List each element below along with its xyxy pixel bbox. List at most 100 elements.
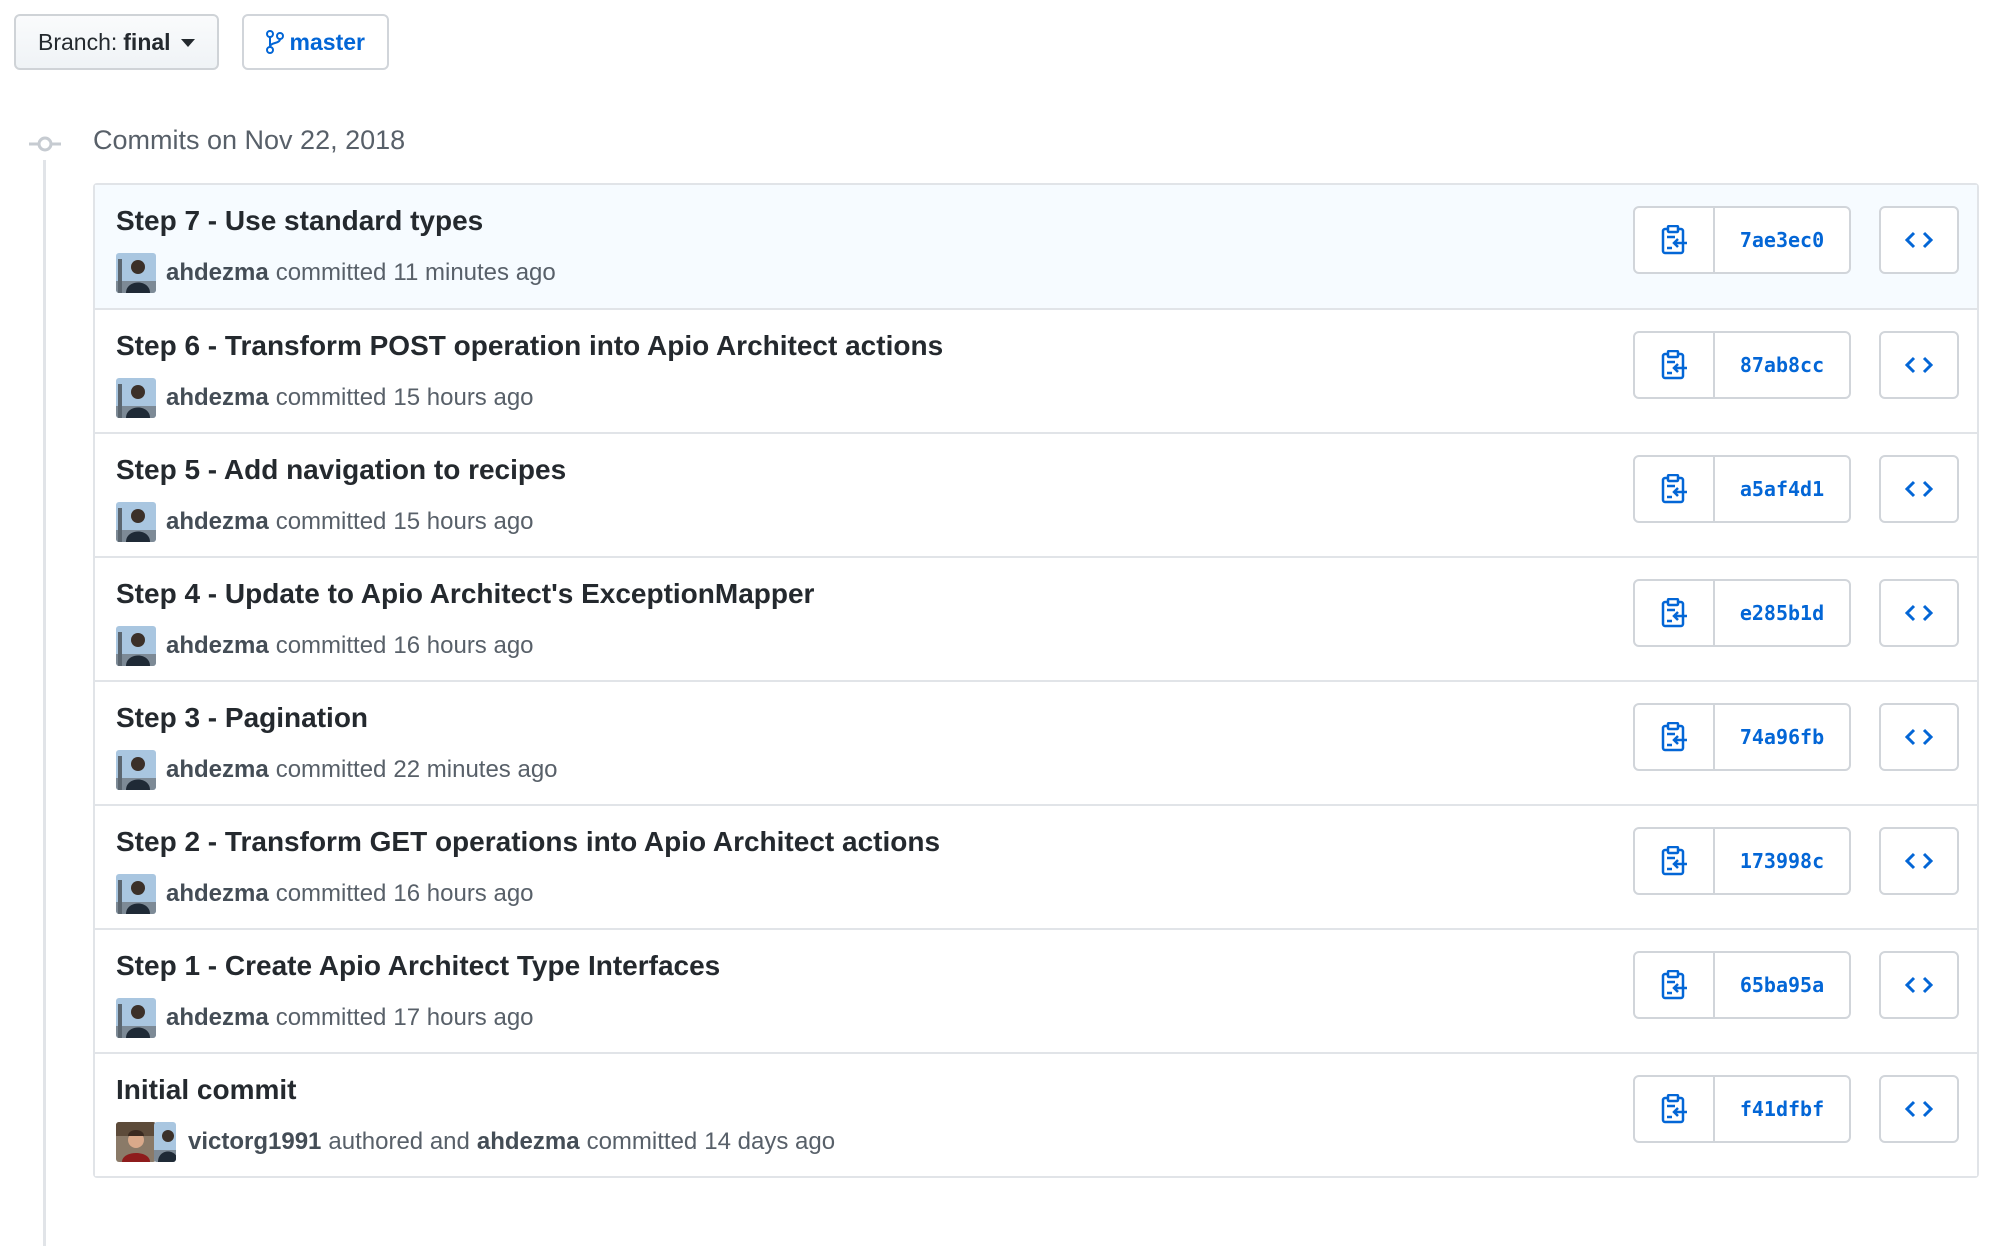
browse-repo-button[interactable]: [1879, 827, 1959, 895]
commit-verb: committed: [275, 508, 387, 535]
branch-select-button[interactable]: Branch: final: [14, 14, 219, 70]
commit-verb: committed: [275, 632, 387, 659]
commit-time: 16 hours ago: [393, 632, 534, 659]
commit-sha-link[interactable]: 7ae3ec0: [1715, 208, 1849, 272]
avatar[interactable]: [154, 1122, 176, 1162]
code-icon: [1905, 728, 1933, 746]
commit-title-link[interactable]: Step 3 - Pagination: [116, 702, 368, 734]
commit-sha-link[interactable]: f41dfbf: [1715, 1077, 1849, 1141]
commit-title-link[interactable]: Step 7 - Use standard types: [116, 205, 483, 237]
commit-title-link[interactable]: Initial commit: [116, 1074, 296, 1106]
clipboard-icon: [1661, 225, 1687, 255]
sha-button-group: e285b1d: [1633, 579, 1851, 647]
copy-sha-button[interactable]: [1635, 333, 1715, 397]
commit-meta: ahdezma committed 22 minutes ago: [116, 750, 558, 790]
browse-repo-button[interactable]: [1879, 331, 1959, 399]
commit-sha-link[interactable]: 173998c: [1715, 829, 1849, 893]
commit-author-link[interactable]: ahdezma: [166, 384, 269, 412]
avatar[interactable]: [116, 626, 156, 666]
avatar-stack: [116, 1122, 176, 1162]
commit-row: Step 3 - Pagination ahdezma committed 22…: [95, 680, 1977, 804]
commit-author-link[interactable]: ahdezma: [166, 756, 269, 784]
clipboard-icon: [1661, 598, 1687, 628]
git-commit-icon: [29, 128, 61, 160]
copy-sha-button[interactable]: [1635, 581, 1715, 645]
avatar[interactable]: [116, 502, 156, 542]
avatar[interactable]: [116, 1122, 156, 1162]
sha-button-group: 74a96fb: [1633, 703, 1851, 771]
avatar[interactable]: [116, 874, 156, 914]
sha-button-group: 7ae3ec0: [1633, 206, 1851, 274]
commit-verb: committed: [275, 1004, 387, 1031]
commit-row: Step 7 - Use standard types ahdezma comm…: [95, 185, 1977, 308]
commit-row: Step 5 - Add navigation to recipes ahdez…: [95, 432, 1977, 556]
copy-sha-button[interactable]: [1635, 1077, 1715, 1141]
browse-repo-button[interactable]: [1879, 951, 1959, 1019]
commit-time: 22 minutes ago: [393, 756, 558, 783]
commit-title-link[interactable]: Step 5 - Add navigation to recipes: [116, 454, 566, 486]
commit-meta: ahdezma committed 17 hours ago: [116, 998, 534, 1038]
clipboard-icon: [1661, 350, 1687, 380]
clipboard-icon: [1661, 846, 1687, 876]
commit-time: 15 hours ago: [393, 508, 534, 535]
commit-row: Initial commit victorg1991 authored and …: [95, 1052, 1977, 1176]
commit-committer-link[interactable]: ahdezma: [477, 1128, 580, 1156]
commit-meta: ahdezma committed 16 hours ago: [116, 874, 534, 914]
sha-button-group: f41dfbf: [1633, 1075, 1851, 1143]
commit-sha-link[interactable]: 87ab8cc: [1715, 333, 1849, 397]
code-icon: [1905, 852, 1933, 870]
browse-repo-button[interactable]: [1879, 455, 1959, 523]
browse-repo-button[interactable]: [1879, 1075, 1959, 1143]
copy-sha-button[interactable]: [1635, 457, 1715, 521]
compare-branch-button[interactable]: master: [241, 14, 389, 70]
copy-sha-button[interactable]: [1635, 829, 1715, 893]
code-icon: [1905, 356, 1933, 374]
commit-title-link[interactable]: Step 6 - Transform POST operation into A…: [116, 330, 943, 362]
copy-sha-button[interactable]: [1635, 953, 1715, 1017]
commit-title-link[interactable]: Step 1 - Create Apio Architect Type Inte…: [116, 950, 720, 982]
commit-meta: ahdezma committed 16 hours ago: [116, 626, 534, 666]
browse-repo-button[interactable]: [1879, 579, 1959, 647]
code-icon: [1905, 231, 1933, 249]
code-icon: [1905, 480, 1933, 498]
avatar[interactable]: [116, 378, 156, 418]
commit-sha-link[interactable]: a5af4d1: [1715, 457, 1849, 521]
commit-verb: committed: [586, 1128, 698, 1155]
compare-branch-label: master: [289, 28, 365, 55]
clipboard-icon: [1661, 474, 1687, 504]
commit-author-link[interactable]: ahdezma: [166, 880, 269, 908]
avatar[interactable]: [116, 253, 156, 293]
commit-time: 17 hours ago: [393, 1004, 534, 1031]
commit-author-link[interactable]: ahdezma: [166, 508, 269, 536]
commit-title-link[interactable]: Step 2 - Transform GET operations into A…: [116, 826, 940, 858]
browse-repo-button[interactable]: [1879, 703, 1959, 771]
commit-sha-link[interactable]: e285b1d: [1715, 581, 1849, 645]
commit-author-link[interactable]: victorg1991: [188, 1128, 321, 1156]
code-icon: [1905, 1100, 1933, 1118]
copy-sha-button[interactable]: [1635, 705, 1715, 769]
commit-verb: committed: [275, 259, 387, 286]
sha-button-group: a5af4d1: [1633, 455, 1851, 523]
commit-verb: committed: [275, 756, 387, 783]
commit-sha-link[interactable]: 74a96fb: [1715, 705, 1849, 769]
commit-meta: ahdezma committed 11 minutes ago: [116, 253, 556, 293]
commit-row: Step 1 - Create Apio Architect Type Inte…: [95, 928, 1977, 1052]
commit-row: Step 6 - Transform POST operation into A…: [95, 308, 1977, 432]
commit-row: Step 4 - Update to Apio Architect's Exce…: [95, 556, 1977, 680]
commit-meta: victorg1991 authored and ahdezma committ…: [116, 1122, 835, 1162]
commit-sha-link[interactable]: 65ba95a: [1715, 953, 1849, 1017]
commit-author-link[interactable]: ahdezma: [166, 1004, 269, 1032]
code-icon: [1905, 976, 1933, 994]
browse-repo-button[interactable]: [1879, 206, 1959, 274]
commit-author-link[interactable]: ahdezma: [166, 632, 269, 660]
commit-time: 15 hours ago: [393, 384, 534, 411]
avatar[interactable]: [116, 750, 156, 790]
avatar[interactable]: [116, 998, 156, 1038]
commit-author-link[interactable]: ahdezma: [166, 259, 269, 287]
timeline-line: [43, 140, 46, 1246]
commit-time: 14 days ago: [704, 1128, 836, 1155]
commit-verb: committed: [275, 384, 387, 411]
sha-button-group: 65ba95a: [1633, 951, 1851, 1019]
commit-title-link[interactable]: Step 4 - Update to Apio Architect's Exce…: [116, 578, 814, 610]
copy-sha-button[interactable]: [1635, 208, 1715, 272]
